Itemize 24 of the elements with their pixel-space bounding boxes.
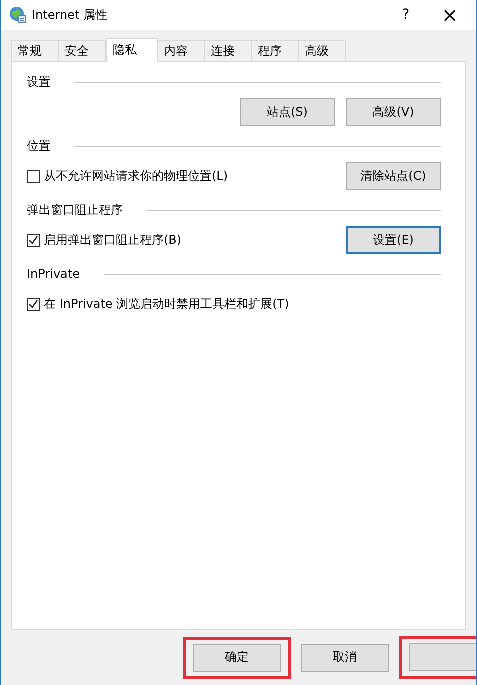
checkbox[interactable] xyxy=(27,298,40,310)
section-title: 设置 xyxy=(27,74,51,90)
globe-icon xyxy=(9,6,27,24)
section-title: 位置 xyxy=(27,138,51,154)
checkbox[interactable] xyxy=(27,170,40,182)
button[interactable]: 设置(E) xyxy=(346,226,441,254)
section-title: 弹出窗口阻止程序 xyxy=(27,202,123,218)
tab[interactable]: 常规 xyxy=(11,40,59,61)
checkbox-label: 从不允许网站请求你的物理位置(L) xyxy=(44,168,228,184)
button[interactable]: 确定 xyxy=(193,644,281,672)
checkbox-label: 在 InPrivate 浏览启动时禁用工具栏和扩展(T) xyxy=(44,296,290,312)
tab[interactable]: 安全 xyxy=(58,40,106,61)
button[interactable]: 高级(V) xyxy=(346,98,441,126)
help-button[interactable]: ? xyxy=(384,0,428,30)
tab[interactable]: 高级 xyxy=(298,40,346,61)
section-title: InPrivate xyxy=(27,267,80,281)
close-button[interactable]: × xyxy=(428,0,472,30)
checkbox-label: 启用弹出窗口阻止程序(B) xyxy=(44,232,182,248)
tab[interactable]: 隐私 xyxy=(106,38,158,62)
button[interactable]: 取消 xyxy=(301,644,389,672)
window-title: Internet 属性 xyxy=(32,6,108,24)
button[interactable]: 站点(S) xyxy=(240,98,335,126)
button[interactable]: 清除站点(C) xyxy=(346,162,441,190)
checkbox[interactable] xyxy=(27,234,40,246)
